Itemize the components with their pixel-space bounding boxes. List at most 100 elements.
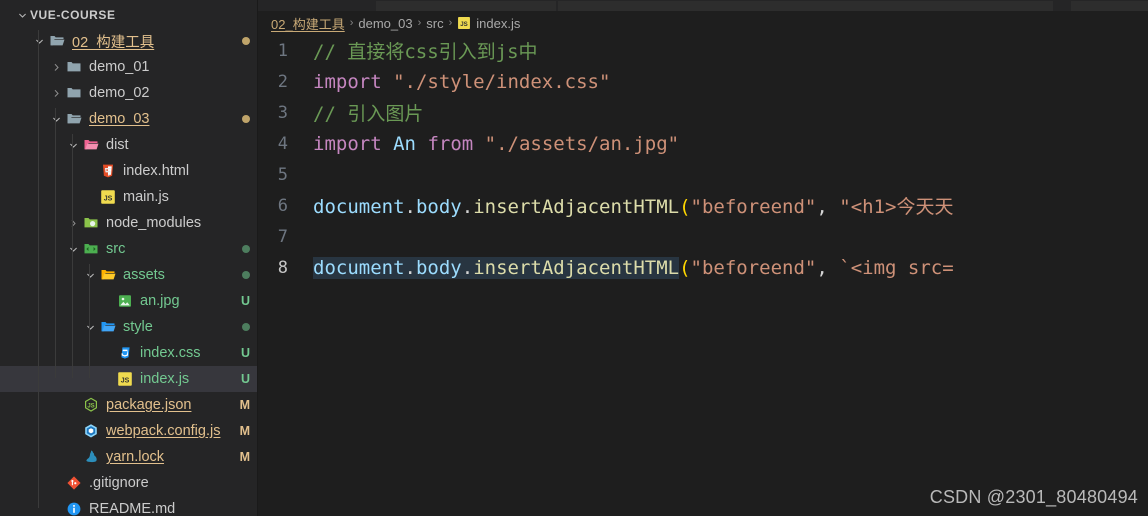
tree-item-label: .gitignore bbox=[89, 475, 149, 491]
code-line[interactable]: 4 import An from "./assets/an.jpg" bbox=[258, 128, 1148, 159]
tab-slot-a[interactable] bbox=[376, 1, 556, 11]
chevron-down-icon[interactable] bbox=[82, 322, 98, 333]
vscode-window: VUE-COURSE 02_构建工具 demo_01 demo_02 demo_03 di… bbox=[0, 0, 1148, 516]
folder-src-icon bbox=[81, 241, 101, 257]
tree-item-label: demo_02 bbox=[89, 85, 150, 101]
code-line[interactable]: 5 bbox=[258, 159, 1148, 190]
editor-pane: 02_构建工具 › demo_03 › src › JS index.js 1 // 直接将cs… bbox=[258, 0, 1148, 516]
tree-item-label: src bbox=[106, 241, 126, 257]
git-status-dot bbox=[242, 271, 250, 279]
chevron-down-icon[interactable] bbox=[65, 140, 81, 151]
breadcrumb-separator-icon: › bbox=[417, 17, 422, 29]
tree-item-label: index.css bbox=[140, 345, 201, 361]
tree-indent-guide bbox=[38, 30, 39, 508]
folder-dist-icon bbox=[81, 137, 101, 153]
code-token: document bbox=[313, 256, 405, 279]
folder-icon bbox=[64, 59, 84, 75]
code-line-text[interactable]: // 引入图片 bbox=[310, 99, 1148, 126]
code-token: from bbox=[427, 132, 474, 155]
code-token: "./assets/an.jpg" bbox=[484, 132, 680, 155]
svg-text:JS: JS bbox=[121, 377, 130, 384]
code-token: "beforeend" bbox=[690, 256, 817, 279]
chevron-down-icon[interactable] bbox=[65, 244, 81, 255]
tree-item-label: node_modules bbox=[106, 215, 202, 231]
code-line-text[interactable]: import An from "./assets/an.jpg" bbox=[310, 133, 1148, 155]
code-line[interactable]: 2 import "./style/index.css" bbox=[258, 66, 1148, 97]
git-status-dot bbox=[242, 323, 250, 331]
code-line-text[interactable]: document.body.insertAdjacentHTML("before… bbox=[310, 256, 1148, 279]
folder-node-icon bbox=[81, 215, 101, 231]
webpack-icon bbox=[81, 423, 101, 439]
html5-icon bbox=[98, 163, 118, 179]
nodejs-icon: JS bbox=[81, 397, 101, 413]
code-line[interactable]: 6 document.body.insertAdjacentHTML("befor… bbox=[258, 190, 1148, 221]
code-token: "beforeend" bbox=[690, 196, 817, 218]
breadcrumb-item[interactable]: demo_03 bbox=[358, 16, 412, 31]
breadcrumb-separator-icon: › bbox=[448, 17, 453, 29]
css3-icon bbox=[115, 345, 135, 361]
code-token: An bbox=[393, 132, 416, 155]
tree-item-label: yarn.lock bbox=[106, 449, 165, 465]
code-token: `<img src= bbox=[839, 256, 954, 279]
tree-root-row[interactable]: VUE-COURSE bbox=[0, 2, 258, 28]
code-token: import bbox=[313, 132, 382, 155]
tree-item-label: package.json bbox=[106, 397, 192, 413]
breadcrumb-item[interactable]: 02_构建工具 bbox=[271, 14, 345, 33]
code-token: // 引入图片 bbox=[313, 103, 424, 125]
tree-indent-guide bbox=[89, 264, 90, 378]
csdn-watermark: CSDN @2301_80480494 bbox=[929, 487, 1138, 507]
chevron-down-icon[interactable] bbox=[14, 10, 30, 21]
chevron-right-icon[interactable] bbox=[65, 218, 81, 229]
line-number: 8 bbox=[277, 257, 288, 278]
breadcrumb-item[interactable]: index.js bbox=[476, 16, 520, 31]
line-number: 1 bbox=[277, 40, 288, 61]
code-token: "<h1>今天天 bbox=[839, 196, 954, 218]
tree-item-label: demo_03 bbox=[89, 111, 150, 127]
tree-item-label: assets bbox=[123, 267, 165, 283]
git-status-badge: U bbox=[240, 372, 250, 386]
git-status-dot bbox=[242, 115, 250, 123]
folder-open-icon bbox=[64, 111, 84, 127]
chevron-right-icon[interactable] bbox=[48, 88, 64, 99]
code-line-text[interactable]: import "./style/index.css" bbox=[310, 71, 1148, 93]
tree-item-label: webpack.config.js bbox=[106, 423, 221, 439]
code-token: insertAdjacentHTML bbox=[473, 196, 680, 218]
explorer-sidebar[interactable]: VUE-COURSE 02_构建工具 demo_01 demo_02 demo_03 di… bbox=[0, 0, 258, 516]
tree-item-label: demo_01 bbox=[89, 59, 150, 75]
tab-bar[interactable] bbox=[258, 0, 1148, 11]
chevron-down-icon[interactable] bbox=[48, 114, 64, 125]
folder-style-icon bbox=[98, 319, 118, 335]
code-line-text[interactable]: document.body.insertAdjacentHTML("before… bbox=[310, 192, 1148, 219]
tree-item-label: an.jpg bbox=[140, 293, 180, 309]
code-token: "./style/index.css" bbox=[393, 70, 611, 93]
image-icon bbox=[115, 293, 135, 309]
svg-text:JS: JS bbox=[461, 21, 468, 28]
git-status-dot bbox=[242, 245, 250, 253]
svg-text:JS: JS bbox=[104, 195, 113, 202]
tab-slot-c[interactable] bbox=[1071, 1, 1148, 11]
code-line[interactable]: 8 document.body.insertAdjacentHTML("befor… bbox=[258, 252, 1148, 283]
code-line[interactable]: 7 bbox=[258, 221, 1148, 252]
code-line[interactable]: 1 // 直接将css引入到js中 bbox=[258, 35, 1148, 66]
code-line-text[interactable]: // 直接将css引入到js中 bbox=[310, 37, 1148, 64]
code-area[interactable]: 1 // 直接将css引入到js中 2 import "./style/index.c… bbox=[258, 35, 1148, 516]
line-number: 3 bbox=[277, 102, 288, 123]
breadcrumb-item[interactable]: src bbox=[426, 16, 443, 31]
code-token: . bbox=[404, 256, 416, 279]
folder-icon bbox=[64, 85, 84, 101]
chevron-down-icon[interactable] bbox=[82, 270, 98, 281]
code-line[interactable]: 3 // 引入图片 bbox=[258, 97, 1148, 128]
tree-item-label: index.html bbox=[123, 163, 190, 179]
chevron-right-icon[interactable] bbox=[48, 62, 64, 73]
tab-slot-b[interactable] bbox=[558, 1, 1053, 11]
git-status-badge: U bbox=[240, 294, 250, 308]
chevron-down-icon[interactable] bbox=[31, 36, 47, 47]
breadcrumb[interactable]: 02_构建工具 › demo_03 › src › JS index.js bbox=[258, 11, 1148, 35]
line-number: 7 bbox=[277, 226, 288, 247]
line-number: 4 bbox=[277, 133, 288, 154]
